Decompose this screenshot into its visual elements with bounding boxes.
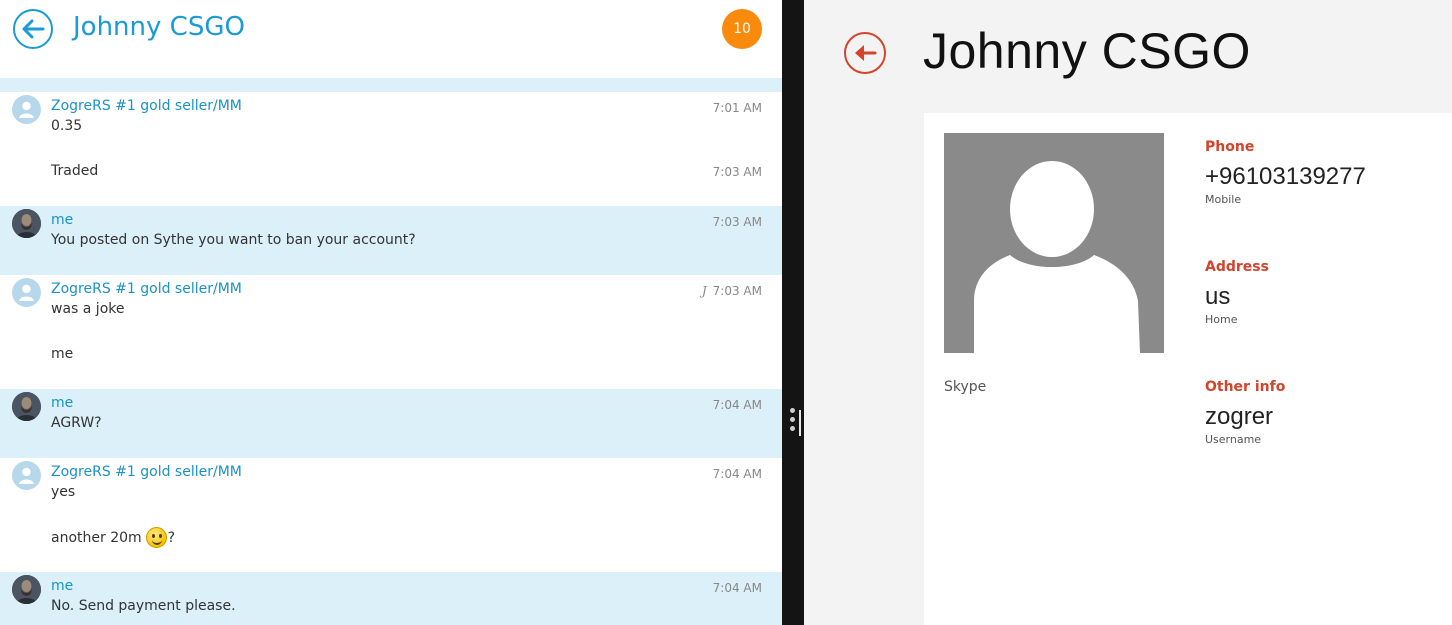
my-avatar[interactable] xyxy=(12,575,41,604)
message-text: AGRW? xyxy=(51,415,102,431)
message-time-wrap: J 7:03 AM xyxy=(702,284,762,298)
message-text: yes xyxy=(51,484,76,500)
profile-photo[interactable] xyxy=(944,133,1164,353)
message-text: was a joke xyxy=(51,301,125,317)
contact-avatar[interactable] xyxy=(12,461,41,490)
person-icon xyxy=(19,467,34,484)
profile-photo-icon xyxy=(12,392,41,421)
message-sender: me xyxy=(51,212,74,228)
message-text: another 20m xyxy=(51,529,142,546)
arrow-left-icon xyxy=(22,19,45,39)
address-heading: Address xyxy=(1205,259,1269,275)
message-sender: ZogreRS #1 gold seller/MM xyxy=(51,464,242,480)
drag-bar xyxy=(799,410,801,436)
chat-title: Johnny CSGO xyxy=(73,12,245,42)
message-time: 7:04 AM xyxy=(712,581,762,595)
message-group: me 7:04 AM No. Send payment please. xyxy=(0,572,782,625)
other-info-section: Other info zogrer Username xyxy=(1205,379,1285,446)
message-group: ZogreRS #1 gold seller/MM J 7:03 AM was … xyxy=(0,275,782,389)
person-silhouette-icon xyxy=(974,161,1140,353)
message-text-with-emoji: another 20m ? xyxy=(51,527,175,548)
message-text: No. Send payment please. xyxy=(51,598,236,614)
message-time: 7:04 AM xyxy=(712,467,762,481)
edited-icon: J xyxy=(701,284,707,298)
split-resize-handle[interactable] xyxy=(790,408,802,438)
chat-back-button[interactable] xyxy=(13,9,53,49)
message-text: 0.35 xyxy=(51,118,83,134)
username-type: Username xyxy=(1205,433,1262,446)
profile-photo-icon xyxy=(12,575,41,604)
message-time: 7:03 AM xyxy=(712,165,762,179)
phone-section: Phone +96103139277 Mobile xyxy=(1205,139,1366,206)
message-sender: ZogreRS #1 gold seller/MM xyxy=(51,98,242,114)
message-text: Traded xyxy=(51,163,99,179)
person-icon xyxy=(19,284,34,301)
message-sender: me xyxy=(51,578,74,594)
phone-heading: Phone xyxy=(1205,139,1255,155)
phone-number[interactable]: +96103139277 xyxy=(1205,163,1366,191)
address-section: Address us Home xyxy=(1205,259,1269,326)
my-avatar[interactable] xyxy=(12,209,41,238)
profile-photo-icon xyxy=(12,209,41,238)
message-text: You posted on Sythe you want to ban your… xyxy=(51,232,416,248)
message-time: 7:03 AM xyxy=(712,215,762,229)
message-group: me 7:03 AM You posted on Sythe you want … xyxy=(0,206,782,275)
my-avatar[interactable] xyxy=(12,392,41,421)
address-value[interactable]: us xyxy=(1205,283,1269,311)
contact-avatar[interactable] xyxy=(12,95,41,124)
message-group: me 7:04 AM AGRW? xyxy=(0,389,782,458)
message-time: 7:01 AM xyxy=(712,101,762,115)
contact-avatar[interactable] xyxy=(12,278,41,307)
chat-pane: Johnny CSGO 10 ZogreRS #1 gold seller/MM… xyxy=(0,0,782,625)
username-value[interactable]: zogrer xyxy=(1205,403,1285,431)
message-time: 7:03 AM xyxy=(712,284,762,298)
other-info-heading: Other info xyxy=(1205,379,1286,395)
message-text: me xyxy=(51,346,74,362)
contact-pane: Johnny CSGO Skype Phone +96103139277 Mob… xyxy=(804,0,1452,625)
contact-card: Skype Phone +96103139277 Mobile Address … xyxy=(924,113,1452,625)
split-divider xyxy=(782,0,804,625)
unread-count-badge[interactable]: 10 xyxy=(722,9,762,49)
message-group: ZogreRS #1 gold seller/MM 7:04 AM yes an… xyxy=(0,458,782,572)
message-text: ? xyxy=(167,529,176,546)
contact-name-title: Johnny CSGO xyxy=(923,23,1251,79)
chat-header: Johnny CSGO 10 xyxy=(0,0,782,78)
message-time: 7:04 AM xyxy=(712,398,762,412)
message-group: ZogreRS #1 gold seller/MM 7:01 AM 0.35 7… xyxy=(0,92,782,206)
phone-type: Mobile xyxy=(1205,193,1242,206)
person-icon xyxy=(19,101,34,118)
address-type: Home xyxy=(1205,313,1238,326)
message-sender: me xyxy=(51,395,74,411)
arrow-left-icon xyxy=(855,45,877,61)
contact-back-button[interactable] xyxy=(844,32,886,74)
message-sender: ZogreRS #1 gold seller/MM xyxy=(51,281,242,297)
skype-label: Skype xyxy=(944,379,987,395)
chat-history-strip xyxy=(0,78,782,92)
drag-dots-icon xyxy=(790,408,795,438)
smiley-emoji-icon xyxy=(145,527,167,548)
